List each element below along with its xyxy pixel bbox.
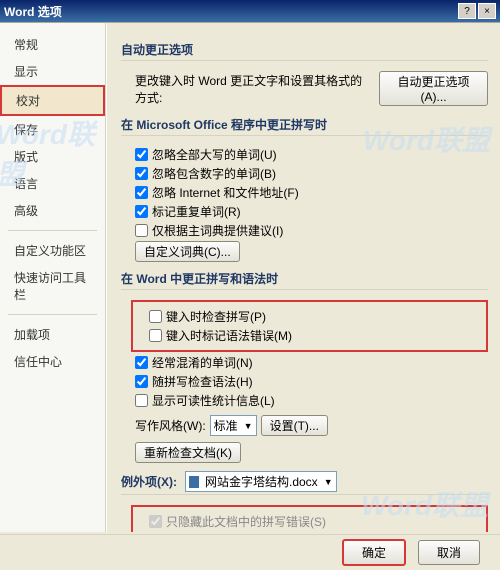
exceptions-doc-value: 网站金字塔结构.docx: [205, 473, 318, 490]
chevron-down-icon: ▼: [324, 477, 333, 487]
sidebar-item-4[interactable]: 版式: [0, 143, 105, 170]
exc-opt-row-0: 只隐藏此文档中的拼写错误(S): [149, 513, 484, 530]
titlebar: Word 选项 ? ×: [0, 0, 500, 22]
window-title: Word 选项: [4, 3, 62, 20]
writing-style-value: 标准: [214, 417, 238, 434]
help-button[interactable]: ?: [458, 3, 476, 19]
office-opt-row-1: 忽略包含数字的单词(B): [135, 165, 488, 182]
word-opt-row-1: 随拼写检查语法(H): [135, 373, 488, 390]
sidebar-item-5[interactable]: 语言: [0, 170, 105, 197]
word-opt-label-1: 随拼写检查语法(H): [152, 373, 253, 390]
office-opt-label-0: 忽略全部大写的单词(U): [152, 146, 277, 163]
word-hl-opt-label-1: 键入时标记语法错误(M): [166, 327, 292, 344]
office-opt-row-2: 忽略 Internet 和文件地址(F): [135, 184, 488, 201]
section-autocorrect-title: 自动更正选项: [121, 41, 488, 61]
ok-button[interactable]: 确定: [342, 539, 406, 566]
word-opt-checkbox-2[interactable]: [135, 394, 148, 407]
office-opt-checkbox-0[interactable]: [135, 148, 148, 161]
sidebar-item-1[interactable]: 显示: [0, 58, 105, 85]
word-hl-opt-label-0: 键入时检查拼写(P): [166, 308, 266, 325]
recheck-doc-button[interactable]: 重新检查文档(K): [135, 442, 241, 463]
writing-style-label: 写作风格(W):: [135, 417, 206, 434]
autocorrect-desc: 更改键入时 Word 更正文字和设置其格式的方式:: [135, 72, 371, 106]
sidebar-item-9[interactable]: 快速访问工具栏: [0, 264, 105, 308]
close-button[interactable]: ×: [478, 3, 496, 19]
word-opt-checkbox-0[interactable]: [135, 356, 148, 369]
custom-dict-button[interactable]: 自定义词典(C)...: [135, 241, 240, 262]
sidebar-item-11[interactable]: 加载项: [0, 321, 105, 348]
word-opt-row-0: 经常混淆的单词(N): [135, 354, 488, 371]
word-hl-opt-checkbox-1[interactable]: [149, 329, 162, 342]
sidebar-item-8[interactable]: 自定义功能区: [0, 237, 105, 264]
cancel-button[interactable]: 取消: [418, 540, 480, 565]
autocorrect-options-button[interactable]: 自动更正选项(A)...: [379, 71, 488, 106]
main-panel: Word联盟 常规显示校对保存版式语言高级自定义功能区快速访问工具栏加载项信任中…: [0, 22, 500, 532]
titlebar-buttons: ? ×: [458, 3, 496, 19]
section-office-title: 在 Microsoft Office 程序中更正拼写时: [121, 116, 488, 136]
sidebar-divider: [8, 230, 97, 231]
sidebar-item-3[interactable]: 保存: [0, 116, 105, 143]
exceptions-label: 例外项(X):: [121, 473, 177, 490]
exc-opt-checkbox-0[interactable]: [149, 515, 162, 528]
word-opt-checkbox-1[interactable]: [135, 375, 148, 388]
section-word-title: 在 Word 中更正拼写和语法时: [121, 270, 488, 290]
word-opt-row-2: 显示可读性统计信息(L): [135, 392, 488, 409]
highlighted-spellcheck-box: 键入时检查拼写(P) 键入时标记语法错误(M): [131, 300, 488, 352]
word-opt-label-2: 显示可读性统计信息(L): [152, 392, 275, 409]
content-panel: Word联盟 自动更正选项 更改键入时 Word 更正文字和设置其格式的方式: …: [106, 23, 500, 532]
office-opt-row-3: 标记重复单词(R): [135, 203, 488, 220]
office-opt-row-4: 仅根据主词典提供建议(I): [135, 222, 488, 239]
office-opt-label-2: 忽略 Internet 和文件地址(F): [152, 184, 299, 201]
highlighted-exceptions-box: 只隐藏此文档中的拼写错误(S)只隐藏此文档中的语法错误(D): [131, 505, 488, 532]
writing-style-select[interactable]: 标准 ▼: [210, 415, 257, 436]
word-hl-opt-row-1: 键入时标记语法错误(M): [149, 327, 484, 344]
sidebar: Word联盟 常规显示校对保存版式语言高级自定义功能区快速访问工具栏加载项信任中…: [0, 23, 106, 532]
exc-opt-label-0: 只隐藏此文档中的拼写错误(S): [166, 513, 326, 530]
office-opt-label-4: 仅根据主词典提供建议(I): [152, 222, 283, 239]
word-opt-label-0: 经常混淆的单词(N): [152, 354, 253, 371]
section-exceptions: 例外项(X): 网站金字塔结构.docx ▼: [121, 471, 488, 495]
sidebar-item-0[interactable]: 常规: [0, 31, 105, 58]
office-opt-checkbox-2[interactable]: [135, 186, 148, 199]
settings-button[interactable]: 设置(T)...: [261, 415, 328, 436]
word-hl-opt-row-0: 键入时检查拼写(P): [149, 308, 484, 325]
office-opt-checkbox-3[interactable]: [135, 205, 148, 218]
doc-icon: [189, 476, 199, 488]
exceptions-doc-select[interactable]: 网站金字塔结构.docx ▼: [185, 471, 337, 492]
sidebar-item-6[interactable]: 高级: [0, 197, 105, 224]
office-opt-label-1: 忽略包含数字的单词(B): [152, 165, 276, 182]
office-opt-checkbox-1[interactable]: [135, 167, 148, 180]
word-hl-opt-checkbox-0[interactable]: [149, 310, 162, 323]
sidebar-item-12[interactable]: 信任中心: [0, 348, 105, 375]
sidebar-item-2[interactable]: 校对: [0, 85, 105, 116]
sidebar-divider: [8, 314, 97, 315]
office-opt-checkbox-4[interactable]: [135, 224, 148, 237]
office-opt-row-0: 忽略全部大写的单词(U): [135, 146, 488, 163]
dialog-footer: 确定 取消: [0, 534, 500, 570]
chevron-down-icon: ▼: [244, 421, 253, 431]
office-opt-label-3: 标记重复单词(R): [152, 203, 241, 220]
